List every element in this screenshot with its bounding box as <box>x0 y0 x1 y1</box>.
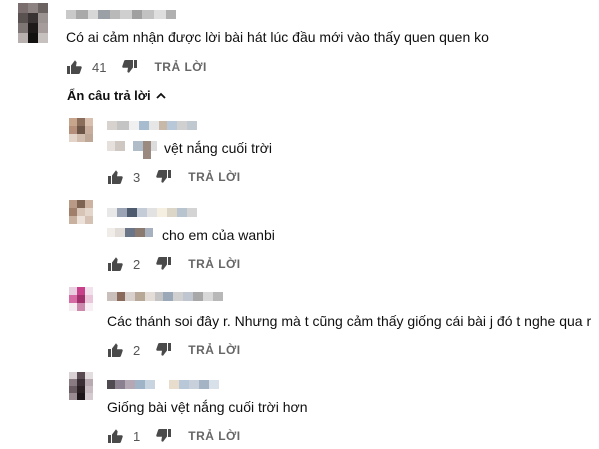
dislike-icon[interactable] <box>156 256 172 272</box>
author-name[interactable] <box>107 121 197 130</box>
like-icon[interactable] <box>66 59 82 75</box>
reply-button[interactable]: TRẢ LỜI <box>188 170 240 184</box>
comment-text: Giống bài vệt nắng cuối trời hơn <box>107 399 308 415</box>
reply-button[interactable]: TRẢ LỜI <box>188 429 240 443</box>
author-name[interactable] <box>107 208 197 217</box>
comment-actions: 1 TRẢ LỜI <box>107 427 241 445</box>
comment-text: Các thánh soi đây r. Nhưng mà t cũng cảm… <box>107 313 592 329</box>
comment-actions: 2 TRẢ LỜI <box>107 341 241 359</box>
dislike-icon[interactable] <box>156 428 172 444</box>
like-icon[interactable] <box>107 428 123 444</box>
comment-actions: 2 TRẢ LỜI <box>107 255 241 273</box>
avatar[interactable] <box>18 3 48 43</box>
reply-button[interactable]: TRẢ LỜI <box>188 343 240 357</box>
author-name[interactable] <box>107 380 219 389</box>
comment-actions: 41 TRẢ LỜI <box>66 58 207 76</box>
like-icon[interactable] <box>107 342 123 358</box>
dislike-icon[interactable] <box>156 342 172 358</box>
author-name[interactable] <box>107 292 223 301</box>
avatar[interactable] <box>69 287 93 311</box>
like-icon[interactable] <box>107 256 123 272</box>
author-name[interactable] <box>66 10 176 19</box>
like-count: 1 <box>133 428 141 444</box>
dislike-icon[interactable] <box>156 169 172 185</box>
like-count: 2 <box>133 256 141 272</box>
dislike-icon[interactable] <box>122 59 138 75</box>
like-icon[interactable] <box>107 169 123 185</box>
comment-text: vệt nắng cuối trời <box>164 140 273 156</box>
hide-replies-label: Ẩn câu trả lời <box>67 88 151 103</box>
comment-text: cho em của wanbi <box>162 227 275 243</box>
mention-name[interactable] <box>107 228 153 237</box>
reply-button[interactable]: TRẢ LỜI <box>154 60 206 74</box>
avatar[interactable] <box>69 372 93 400</box>
avatar[interactable] <box>69 118 93 142</box>
like-count: 2 <box>133 342 141 358</box>
reply-button[interactable]: TRẢ LỜI <box>188 257 240 271</box>
chevron-up-icon <box>156 92 166 99</box>
mention-name[interactable] <box>107 141 157 159</box>
like-count: 41 <box>92 59 107 75</box>
hide-replies-button[interactable]: Ẩn câu trả lời <box>67 88 166 103</box>
comment-text: Có ai cảm nhận được lời bài hát lúc đầu … <box>66 29 489 45</box>
comment-actions: 3 TRẢ LỜI <box>107 168 241 186</box>
avatar[interactable] <box>69 200 93 224</box>
like-count: 3 <box>133 169 141 185</box>
